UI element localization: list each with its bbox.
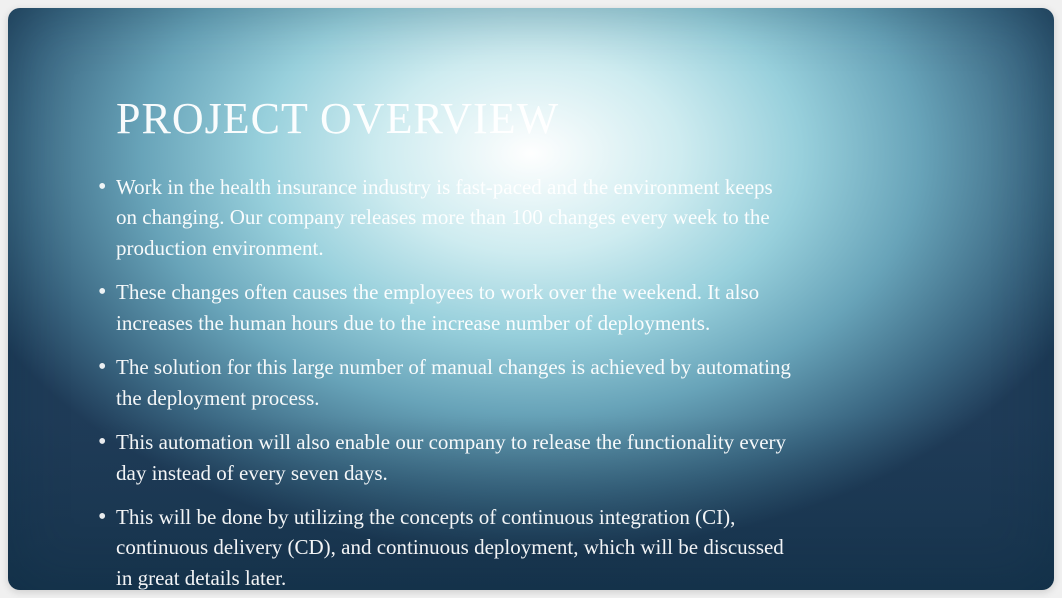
- bullet-item: This will be done by utilizing the conce…: [98, 502, 798, 593]
- slide-title: PROJECT OVERVIEW: [116, 93, 964, 144]
- bullet-item: This automation will also enable our com…: [98, 427, 798, 488]
- bullet-item: These changes often causes the employees…: [98, 277, 798, 338]
- bullet-item: Work in the health insurance industry is…: [98, 172, 798, 263]
- slide-container: PROJECT OVERVIEW Work in the health insu…: [8, 8, 1054, 590]
- bullet-item: The solution for this large number of ma…: [98, 352, 798, 413]
- bullet-list: Work in the health insurance industry is…: [98, 172, 964, 593]
